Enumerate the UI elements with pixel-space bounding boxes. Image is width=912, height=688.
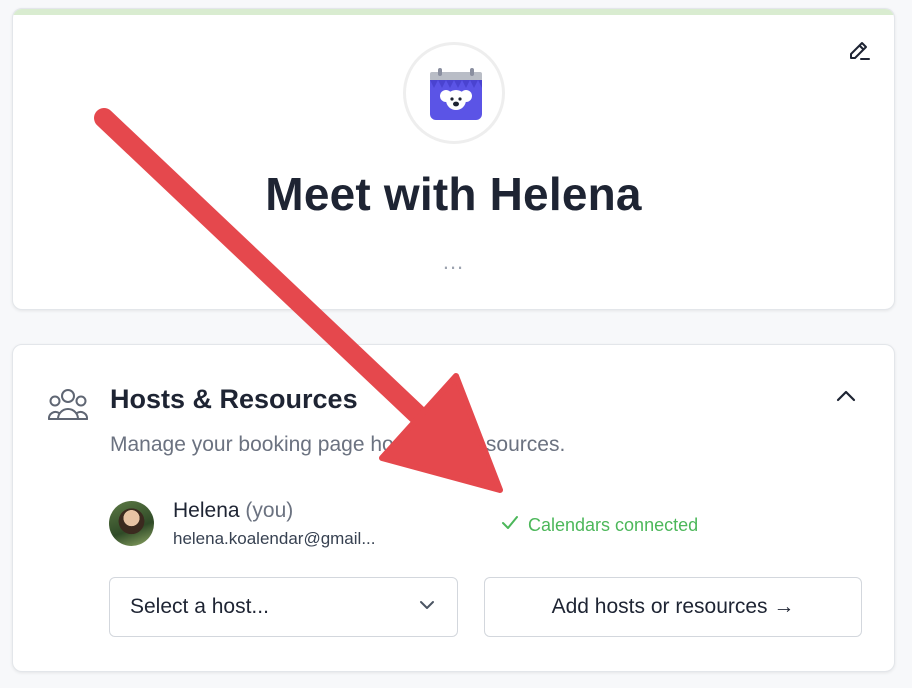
section-title: Hosts & Resources	[110, 384, 358, 414]
host-name-text: Helena	[173, 499, 240, 522]
booking-page-logo	[403, 42, 505, 144]
chevron-down-icon	[417, 595, 437, 620]
koala-calendar-logo-icon	[428, 66, 484, 127]
host-name: Helena (you)	[173, 499, 293, 523]
more-options-icon[interactable]: ...	[13, 249, 894, 275]
add-hosts-button[interactable]: Add hosts or resources →	[484, 577, 862, 637]
hosts-resources-card: Hosts & Resources Manage your booking pa…	[12, 344, 895, 672]
chevron-up-icon[interactable]	[834, 385, 858, 409]
check-icon	[500, 513, 520, 538]
booking-page-header-card: Meet with Helena ...	[12, 8, 895, 310]
section-description: Manage your booking page hosts and resou…	[110, 433, 566, 456]
host-you-tag: (you)	[245, 499, 294, 522]
avatar	[109, 501, 154, 546]
calendar-status: Calendars connected	[500, 513, 698, 538]
people-group-icon	[47, 386, 89, 431]
calendar-status-text: Calendars connected	[528, 515, 699, 535]
page-title: Meet with Helena	[265, 168, 642, 220]
host-select-value: Select a host...	[130, 595, 269, 618]
host-email: helena.koalendar@gmail...	[173, 529, 376, 548]
host-select[interactable]: Select a host...	[109, 577, 458, 637]
header-accent-bar	[13, 9, 894, 15]
pencil-edit-icon[interactable]	[844, 37, 874, 67]
